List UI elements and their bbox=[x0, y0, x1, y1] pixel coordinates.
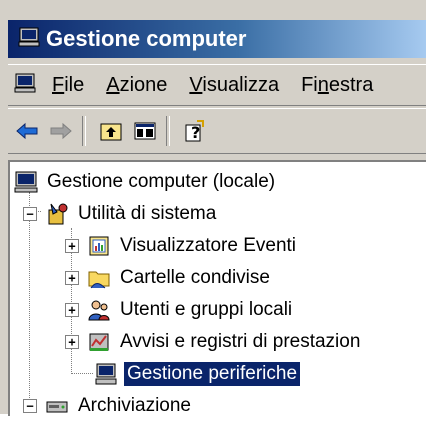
back-button[interactable] bbox=[12, 115, 42, 147]
event-viewer-icon bbox=[87, 234, 111, 258]
storage-icon bbox=[45, 394, 69, 418]
tree-node-performance-logs[interactable]: + Avvisi e registri di prestazion bbox=[65, 326, 363, 358]
menu-bar: File Azione Visualizza Finestra bbox=[8, 64, 426, 106]
title-bar[interactable]: Gestione computer bbox=[8, 20, 426, 58]
help-button[interactable]: ? bbox=[180, 115, 210, 147]
computer-icon bbox=[14, 170, 38, 194]
menu-azione[interactable]: Azione bbox=[106, 74, 167, 97]
tree-node-root[interactable]: Gestione computer (locale) bbox=[14, 166, 278, 198]
forward-icon bbox=[50, 122, 72, 140]
svg-text:?: ? bbox=[191, 123, 200, 142]
toolbar-separator bbox=[166, 116, 170, 146]
tree-node-local-users[interactable]: + Utenti e gruppi locali bbox=[65, 294, 295, 326]
shared-folder-icon bbox=[87, 266, 111, 290]
collapse-toggle[interactable]: − bbox=[23, 399, 37, 413]
system-tools-icon bbox=[45, 202, 69, 226]
tree-label: Cartelle condivise bbox=[120, 267, 270, 288]
up-folder-icon bbox=[100, 123, 122, 141]
system-menu-icon[interactable] bbox=[14, 72, 36, 99]
tree-label-selected: Gestione periferiche bbox=[124, 362, 301, 386]
tree-label: Gestione computer (locale) bbox=[47, 171, 276, 192]
tree-node-device-manager[interactable]: Gestione periferiche bbox=[94, 358, 301, 390]
help-icon: ? bbox=[185, 120, 204, 142]
tree-label: Utenti e gruppi locali bbox=[120, 299, 293, 320]
toolbar: ? bbox=[8, 108, 426, 154]
expand-toggle[interactable]: + bbox=[65, 271, 79, 285]
tree-label: Visualizzatore Eventi bbox=[120, 235, 297, 256]
back-icon bbox=[16, 122, 38, 140]
tree-label: Archiviazione bbox=[78, 395, 191, 416]
users-groups-icon bbox=[87, 298, 111, 322]
app-window: Gestione computer File Azione Visualizza… bbox=[0, 0, 426, 416]
forward-button[interactable] bbox=[46, 115, 76, 147]
toolbar-separator bbox=[82, 116, 86, 146]
show-hide-tree-icon bbox=[134, 122, 156, 140]
up-level-button[interactable] bbox=[96, 115, 126, 147]
menu-visualizza[interactable]: Visualizza bbox=[189, 74, 279, 97]
menu-finestra[interactable]: Finestra bbox=[301, 74, 373, 97]
device-manager-icon bbox=[94, 362, 118, 386]
menu-file[interactable]: File bbox=[52, 74, 84, 97]
tree-connector bbox=[71, 373, 93, 374]
expand-toggle[interactable]: + bbox=[65, 239, 79, 253]
tree-node-storage[interactable]: − Archiviazione bbox=[23, 390, 194, 422]
show-hide-tree-button[interactable] bbox=[130, 115, 160, 147]
tree-node-event-viewer[interactable]: + Visualizzatore Eventi bbox=[65, 230, 299, 262]
expand-toggle[interactable]: + bbox=[65, 303, 79, 317]
tree-node-shared-folders[interactable]: + Cartelle condivise bbox=[65, 262, 273, 294]
expand-toggle[interactable]: + bbox=[65, 335, 79, 349]
computer-management-icon bbox=[18, 26, 40, 53]
tree-label: Avvisi e registri di prestazion bbox=[120, 331, 361, 352]
tree-label: Utilità di sistema bbox=[78, 203, 217, 224]
performance-logs-icon bbox=[87, 330, 111, 354]
window-title: Gestione computer bbox=[46, 26, 247, 51]
console-tree: Gestione computer (locale) − Utilità di … bbox=[8, 160, 426, 416]
collapse-toggle[interactable]: − bbox=[23, 207, 37, 221]
tree-node-system-tools[interactable]: − Utilità di sistema bbox=[23, 198, 219, 230]
